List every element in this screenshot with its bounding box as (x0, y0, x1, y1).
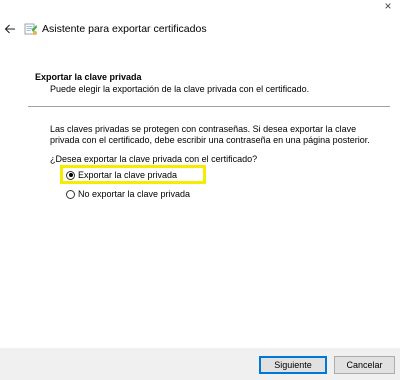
next-button[interactable]: Siguiente (259, 356, 327, 374)
radio-unselected-icon[interactable] (66, 189, 75, 199)
back-arrow-icon (4, 24, 15, 34)
back-button[interactable] (2, 21, 18, 37)
close-button[interactable]: × (376, 0, 400, 14)
radio-selected-icon[interactable] (66, 170, 75, 180)
radio-label-no-export: No exportar la clave privada (78, 189, 191, 199)
window-title: Asistente para exportar certificados (42, 23, 207, 35)
info-paragraph: Las claves privadas se protegen con cont… (50, 124, 370, 145)
close-icon: × (384, 0, 392, 13)
page-title: Exportar la clave privada (35, 72, 142, 82)
page-description: Puede elegir la exportación de la clave … (50, 84, 310, 94)
cancel-button[interactable]: Cancelar (334, 356, 395, 374)
radio-option-export[interactable]: Exportar la clave privada (66, 170, 177, 180)
certificate-wizard-icon (24, 23, 37, 35)
radio-label-export: Exportar la clave privada (78, 170, 178, 180)
radio-option-no-export[interactable]: No exportar la clave privada (66, 189, 190, 199)
header-divider (28, 106, 390, 107)
export-question: ¿Desea exportar la clave privada con el … (50, 154, 258, 164)
